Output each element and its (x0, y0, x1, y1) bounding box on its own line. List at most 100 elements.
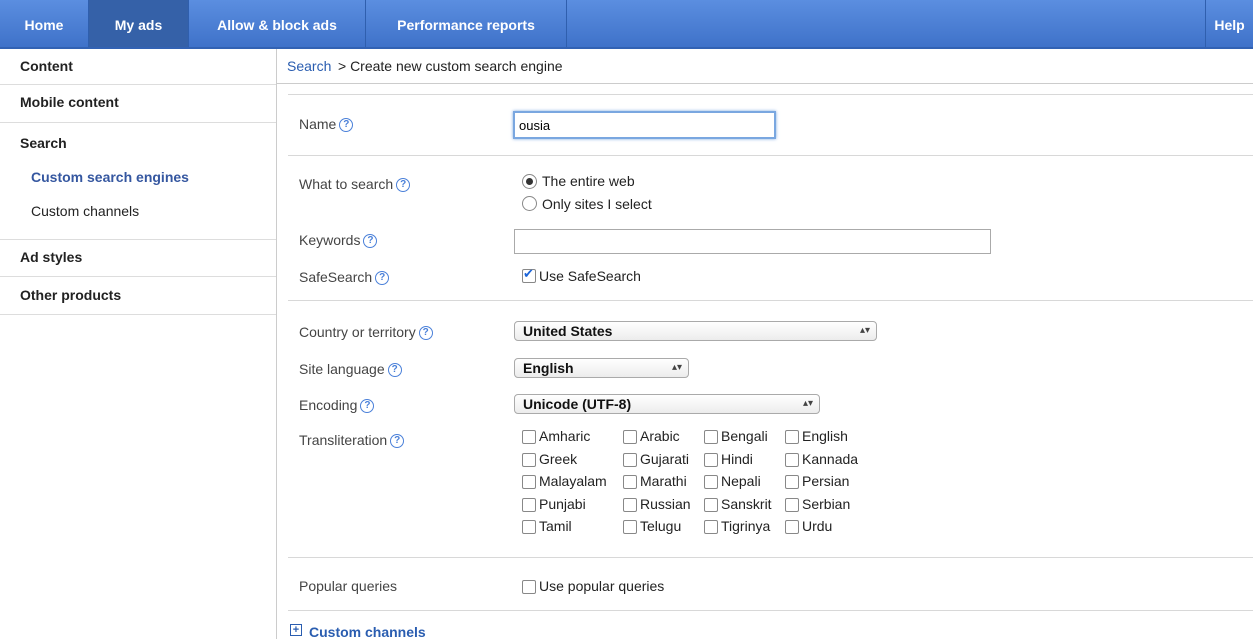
transliteration-checkbox[interactable] (785, 452, 799, 467)
help-icon[interactable]: ? (360, 399, 375, 413)
encoding-label-text: Encoding (299, 397, 358, 413)
safesearch-checkbox-label[interactable]: Use SafeSearch (539, 268, 641, 284)
country-select[interactable]: United States ▴▾ (514, 321, 877, 341)
radio-entire-web[interactable] (522, 174, 537, 189)
keywords-field[interactable] (514, 229, 991, 254)
sidebar-item-mobile-content[interactable]: Mobile content (0, 85, 276, 123)
transliteration-checkbox[interactable] (704, 475, 718, 489)
sidebar-item-label: Ad styles (20, 249, 83, 265)
site-language-label: Site language? (299, 361, 402, 377)
keywords-label: Keywords? (299, 232, 378, 248)
transliteration-checkbox[interactable] (623, 497, 637, 512)
plus-icon[interactable]: + (290, 624, 302, 636)
transliteration-option-label[interactable]: Kannada (802, 451, 858, 467)
sidebar-item-ad-styles[interactable]: Ad styles (0, 240, 276, 277)
site-language-select[interactable]: English ▴▾ (514, 358, 689, 378)
transliteration-checkbox[interactable] (623, 452, 637, 467)
transliteration-checkbox[interactable] (704, 520, 718, 534)
transliteration-checkbox[interactable] (704, 452, 718, 467)
transliteration-checkbox[interactable] (623, 475, 637, 489)
transliteration-checkbox[interactable] (522, 497, 536, 512)
name-label-text: Name (299, 116, 337, 132)
select-arrows-icon: ▴▾ (671, 362, 682, 373)
popular-queries-checkbox[interactable] (522, 580, 536, 594)
popular-queries-label: Popular queries (299, 578, 397, 594)
sidebar-item-label: Content (20, 58, 73, 74)
sidebar-item-custom-search-engines[interactable]: Custom search engines (31, 169, 189, 185)
transliteration-option-label[interactable]: Sanskrit (721, 496, 772, 512)
tab-help[interactable]: Help (1205, 0, 1253, 47)
sidebar-item-content[interactable]: Content (0, 49, 276, 85)
transliteration-option-label[interactable]: Punjabi (539, 496, 586, 512)
sidebar-item-search[interactable]: Search (20, 135, 67, 151)
what-to-search-label-text: What to search (299, 176, 394, 192)
transliteration-option-label[interactable]: Tamil (539, 518, 572, 534)
sidebar-item-label: Other products (20, 287, 122, 303)
transliteration-option-label[interactable]: Russian (640, 496, 691, 512)
radio-only-sites[interactable] (522, 196, 537, 211)
divider (288, 94, 1253, 95)
help-icon[interactable]: ? (387, 363, 402, 377)
sidebar-item-label: Mobile content (20, 94, 119, 110)
transliteration-checkbox[interactable] (522, 520, 536, 534)
tab-allow-block-ads[interactable]: Allow & block ads (189, 0, 366, 47)
encoding-label: Encoding? (299, 397, 375, 413)
transliteration-option-label[interactable]: Urdu (802, 518, 832, 534)
help-icon[interactable]: ? (375, 271, 390, 285)
radio-only-sites-label[interactable]: Only sites I select (542, 196, 652, 212)
sidebar-item-other-products[interactable]: Other products (0, 277, 276, 315)
breadcrumb-search-link[interactable]: Search (287, 58, 331, 74)
transliteration-option-label[interactable]: Malayalam (539, 473, 607, 489)
transliteration-option-label[interactable]: English (802, 428, 848, 444)
transliteration-option-label[interactable]: Marathi (640, 473, 687, 489)
help-icon[interactable]: ? (339, 118, 354, 132)
transliteration-option-label[interactable]: Amharic (539, 428, 590, 444)
popular-queries-checkbox-label[interactable]: Use popular queries (539, 578, 664, 594)
select-arrows-icon: ▴▾ (802, 398, 813, 409)
custom-channels-expand-link[interactable]: Custom channels (309, 624, 426, 640)
breadcrumb-current: > Create new custom search engine (338, 58, 563, 74)
safesearch-label-text: SafeSearch (299, 269, 373, 285)
transliteration-checkbox[interactable] (623, 430, 637, 444)
name-field[interactable] (513, 111, 776, 139)
help-icon[interactable]: ? (418, 326, 433, 340)
encoding-select[interactable]: Unicode (UTF-8) ▴▾ (514, 394, 820, 414)
transliteration-option-label[interactable]: Persian (802, 473, 849, 489)
transliteration-checkbox[interactable] (704, 430, 718, 444)
safesearch-checkbox[interactable] (522, 267, 536, 283)
help-icon[interactable]: ? (396, 178, 411, 192)
divider (288, 557, 1253, 558)
transliteration-checkbox[interactable] (522, 452, 536, 467)
transliteration-checkbox[interactable] (785, 520, 799, 534)
tab-performance-reports[interactable]: Performance reports (366, 0, 567, 47)
transliteration-checkbox[interactable] (785, 430, 799, 444)
radio-selected-dot (526, 178, 533, 185)
popular-queries-label-text: Popular queries (299, 578, 398, 594)
transliteration-checkbox[interactable] (522, 430, 536, 444)
transliteration-option-label[interactable]: Tigrinya (721, 518, 770, 534)
transliteration-option-label[interactable]: Nepali (721, 473, 761, 489)
transliteration-checkbox[interactable] (623, 520, 637, 534)
transliteration-option-label[interactable]: Gujarati (640, 451, 689, 467)
transliteration-checkbox[interactable] (785, 475, 799, 489)
sidebar-item-custom-channels[interactable]: Custom channels (31, 203, 139, 219)
transliteration-checkbox[interactable] (785, 497, 799, 512)
help-icon[interactable]: ? (390, 434, 405, 448)
transliteration-option-label[interactable]: Greek (539, 451, 577, 467)
site-language-select-value: English (523, 360, 574, 376)
transliteration-option-label[interactable]: Arabic (640, 428, 680, 444)
what-to-search-label: What to search? (299, 176, 411, 192)
breadcrumb: Search > Create new custom search engine (277, 49, 1253, 84)
transliteration-option-label[interactable]: Telugu (640, 518, 681, 534)
transliteration-checkbox[interactable] (522, 475, 536, 489)
transliteration-option-label[interactable]: Bengali (721, 428, 768, 444)
transliteration-option-label[interactable]: Serbian (802, 496, 850, 512)
radio-entire-web-label[interactable]: The entire web (542, 173, 635, 189)
help-icon[interactable]: ? (363, 234, 378, 248)
tab-my-ads[interactable]: My ads (89, 0, 189, 47)
country-label-text: Country or territory (299, 324, 416, 340)
tab-home[interactable]: Home (0, 0, 89, 47)
select-arrows-icon: ▴▾ (859, 325, 870, 336)
transliteration-option-label[interactable]: Hindi (721, 451, 753, 467)
transliteration-checkbox[interactable] (704, 497, 718, 512)
